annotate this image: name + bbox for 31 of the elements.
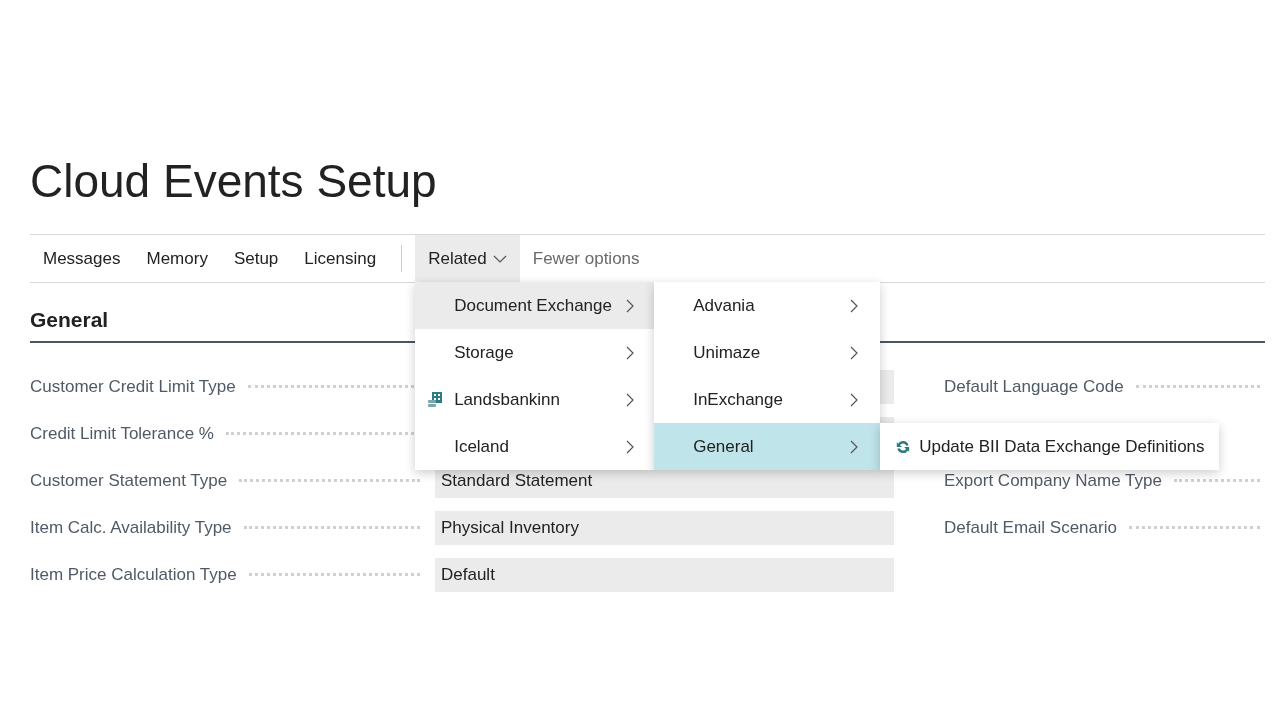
- chevron-right-icon: [850, 392, 859, 407]
- action-button[interactable]: Messages: [30, 235, 134, 282]
- chevron-right-icon: [850, 298, 859, 313]
- field-label: Credit Limit Tolerance %: [30, 423, 214, 444]
- field-label: Export Company Name Type: [944, 470, 1162, 491]
- field-label: Default Email Scenario: [944, 517, 1117, 538]
- related-menu-button[interactable]: Related: [415, 235, 520, 282]
- chevron-right-icon: [626, 298, 635, 313]
- field-label: Customer Statement Type: [30, 470, 228, 491]
- chevron-right-icon: [626, 439, 635, 454]
- chevron-right-icon: [626, 392, 635, 407]
- chevron-down-icon: [492, 254, 507, 263]
- field-label: Customer Credit Limit Type: [30, 376, 236, 397]
- menu-item[interactable]: Update BII Data Exchange Definitions: [880, 423, 1219, 470]
- action-button[interactable]: Memory: [133, 235, 221, 282]
- page-title: Cloud Events Setup: [30, 154, 438, 209]
- field-label: Item Price Calculation Type: [30, 564, 237, 585]
- chevron-right-icon: [850, 345, 859, 360]
- menu-item[interactable]: Landsbankinn: [415, 376, 655, 423]
- menu-item[interactable]: General: [654, 423, 881, 470]
- field-value[interactable]: Physical Inventory: [435, 510, 894, 545]
- menu-item[interactable]: InExchange: [654, 376, 881, 423]
- chevron-right-icon: [850, 439, 859, 454]
- chevron-right-icon: [626, 345, 635, 360]
- field-value[interactable]: Default: [435, 557, 894, 592]
- action-button[interactable]: Setup: [220, 235, 292, 282]
- building-icon: [427, 390, 444, 409]
- field-label: Item Calc. Availability Type: [30, 517, 232, 538]
- fewer-options-button[interactable]: Fewer options: [519, 235, 653, 282]
- field-label: Default Language Code: [944, 376, 1124, 397]
- action-button[interactable]: Licensing: [291, 235, 390, 282]
